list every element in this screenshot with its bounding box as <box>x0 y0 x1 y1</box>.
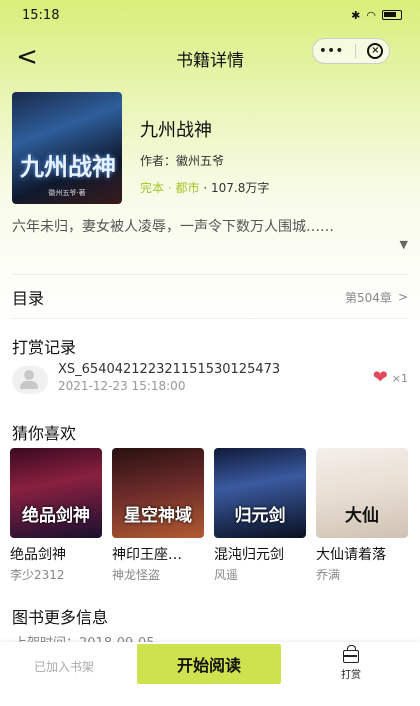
recommend-book-cover: 绝品剑神 <box>10 448 102 538</box>
table-of-contents-row[interactable]: 目录 第504章 > <box>12 284 408 310</box>
recommend-book-name: 混沌归元剑 <box>214 547 284 563</box>
book-header: 九州战神 徽州五爷·著 九州战神 作者：徽州五爷 完本 · 都市 · 107.8… <box>12 92 408 206</box>
tip-username: XS_6540421223211515301254​73 <box>58 362 281 377</box>
recommend-book-author: 李少2312 <box>10 568 65 582</box>
toc-label: 目录 <box>12 289 45 308</box>
divider <box>12 318 408 319</box>
bag-icon <box>343 645 359 663</box>
page-title: 书籍详情 <box>176 50 244 71</box>
recommend-book[interactable]: 星空神域 神印王座… 神龙怪盗 <box>112 448 204 583</box>
book-word-count: 107.8万字 <box>211 181 270 195</box>
capsule-divider <box>354 44 356 58</box>
recommend-book-author: 风遥 <box>214 568 239 582</box>
mini-program-capsule: ••• × <box>312 38 390 64</box>
tip-time: 2021-12-23 15:18:00 <box>58 379 186 393</box>
toc-chapter-count: 第504章 <box>345 290 392 305</box>
book-cover: 九州战神 徽州五爷·著 <box>12 92 122 204</box>
book-cover-title: 九州战神 <box>20 152 116 181</box>
book-category: 都市 <box>175 181 200 195</box>
recommend-book-cover: 星空神域 <box>112 448 204 538</box>
recommend-book-name: 大仙请着落 <box>316 547 386 563</box>
book-intro[interactable]: 六年未归，妻女被人凌辱，一声令下数万人围城…… ▼ <box>12 216 408 251</box>
divider <box>12 274 408 275</box>
recommend-cover-title: 绝品剑神 <box>22 506 90 526</box>
avatar-icon <box>12 366 48 394</box>
tips-section-title: 打赏记录 <box>12 338 77 357</box>
start-reading-button[interactable]: 开始阅读 <box>137 644 281 684</box>
gift-count: ×1 <box>391 371 408 385</box>
chevron-down-icon[interactable]: ▼ <box>400 234 408 256</box>
gift-icon: ❤ <box>372 367 388 388</box>
recommend-book-cover: 归元剑 <box>214 448 306 538</box>
book-info: 九州战神 作者：徽州五爷 完本 · 都市 · 107.8万字 <box>140 116 269 196</box>
battery-icon <box>382 10 402 20</box>
status-icons: ✱ ◠ <box>351 9 402 22</box>
tip-gift: ❤ ×1 <box>372 367 408 388</box>
more-icon[interactable]: ••• <box>319 43 344 59</box>
book-cover-author: 徽州五爷·著 <box>48 189 86 197</box>
chevron-right-icon: > <box>397 290 408 304</box>
recommend-book-author: 神龙怪盗 <box>112 568 161 582</box>
book-intro-text: 六年未归，妻女被人凌辱，一声令下数万人围城…… <box>12 219 334 235</box>
more-info-title: 图书更多信息 <box>12 608 109 627</box>
recommend-book-name: 绝品剑神 <box>10 547 66 563</box>
tip-button[interactable]: 打赏 <box>336 645 366 681</box>
recommend-list: 绝品剑神 绝品剑神 李少2312 星空神域 神印王座… 神龙怪盗 归元剑 混沌归… <box>10 448 410 582</box>
status-time: 15:18 <box>22 7 60 23</box>
recommend-cover-title: 星空神域 <box>124 506 192 526</box>
wifi-icon: ◠ <box>366 8 376 22</box>
recommend-book[interactable]: 大仙 大仙请着落 乔满 <box>316 448 408 583</box>
nav-bar: < 书籍详情 ••• × <box>0 38 420 78</box>
book-meta: 完本 · 都市 · 107.8万字 <box>140 179 269 196</box>
recommend-book[interactable]: 绝品剑神 绝品剑神 李少2312 <box>10 448 102 583</box>
recommend-section-title: 猜你喜欢 <box>12 424 77 443</box>
tip-button-label: 打赏 <box>341 670 361 681</box>
recommend-book-cover: 大仙 <box>316 448 408 538</box>
status-bar: 15:18 ✱ ◠ <box>0 0 420 30</box>
add-to-shelf-button[interactable]: 已加入书架 <box>34 658 94 675</box>
book-status: 完本 <box>140 181 165 195</box>
meta-dot: · <box>167 181 172 195</box>
chevron-left-icon[interactable]: < <box>12 43 42 71</box>
toc-right: 第504章 > <box>345 289 408 306</box>
recommend-cover-title: 大仙 <box>345 506 379 526</box>
author-label: 作者： <box>140 154 177 168</box>
recommend-book-name: 神印王座… <box>112 547 182 563</box>
recommend-book-author: 乔满 <box>316 568 341 582</box>
bluetooth-icon: ✱ <box>351 8 361 22</box>
author-name: 徽州五爷 <box>176 154 225 168</box>
bottom-bar: 已加入书架 开始阅读 打赏 <box>0 642 420 706</box>
close-icon[interactable]: × <box>367 43 384 59</box>
recommend-cover-title: 归元剑 <box>234 506 286 526</box>
book-title: 九州战神 <box>140 120 212 141</box>
recommend-book[interactable]: 归元剑 混沌归元剑 风遥 <box>214 448 306 583</box>
meta-dot: · <box>203 181 208 195</box>
tip-record-row: XS_6540421223211515301254​73 2021-12-23 … <box>12 362 408 394</box>
book-author: 作者：徽州五爷 <box>140 152 269 169</box>
